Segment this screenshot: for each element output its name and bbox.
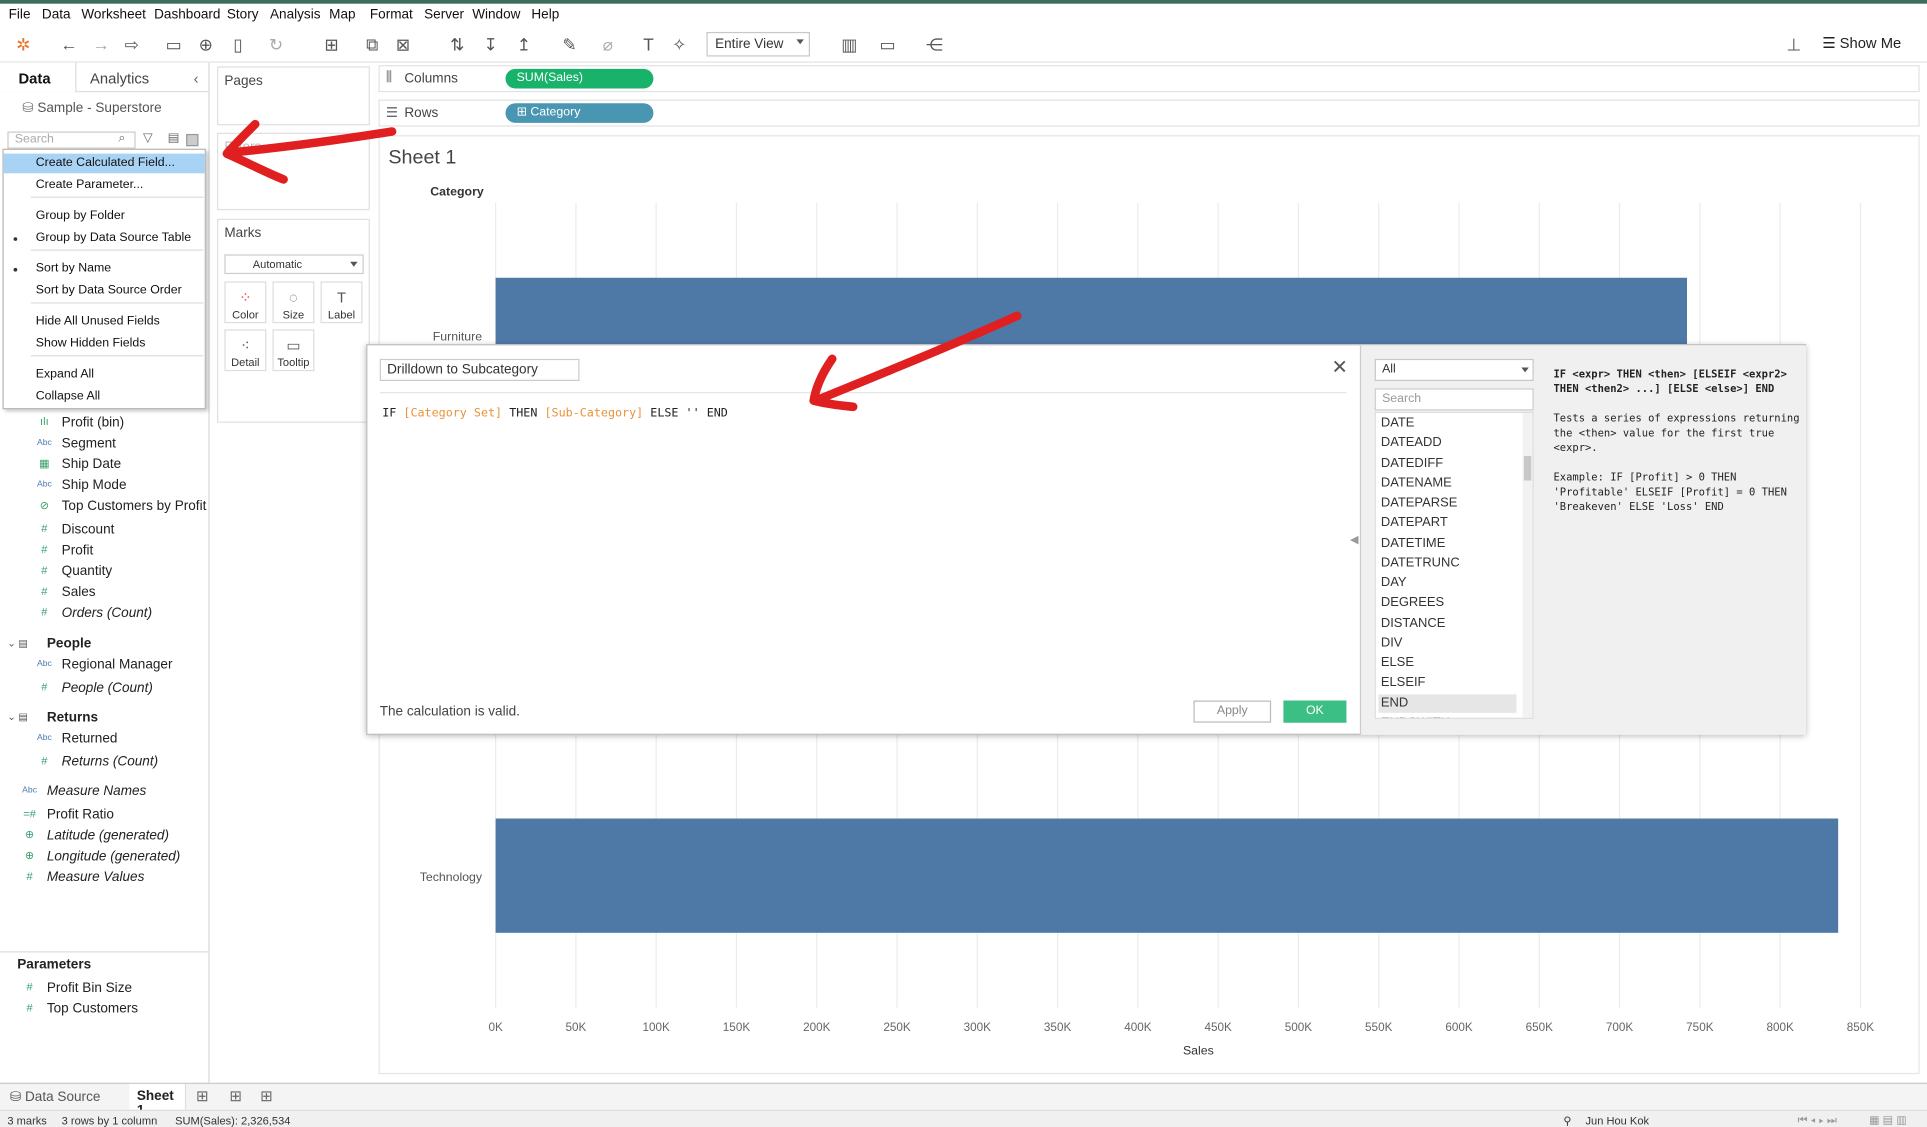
status-marks: 3 marks [7,1114,47,1127]
new-story-icon[interactable]: ⊞ [260,1088,272,1105]
user-icon: ⚲ [1563,1114,1572,1127]
nav-first-icon[interactable]: ⏮ ◂ ▸ ⏭ [1798,1113,1837,1127]
annotation-arrow-stroke [809,354,858,412]
grid-view-icon[interactable]: ▦ ▤ ▥ [1869,1113,1907,1127]
status-user[interactable]: Jun Hou Kok [1586,1115,1650,1127]
annotation-arrows [222,119,1022,412]
status-bar: 3 marks 3 rows by 1 column SUM(Sales): 2… [0,1109,1927,1127]
status-rows: 3 rows by 1 column [61,1114,158,1127]
annotation-arrow-stroke [814,311,1022,404]
status-sum: SUM(Sales): 2,326,534 [175,1114,291,1127]
data-source-tab[interactable]: ⛁ Data Source [10,1089,101,1105]
data-source-tab-label: Data Source [25,1090,101,1105]
database-icon: ⛁ [9,1090,22,1105]
annotation-arrow-stroke [227,127,397,157]
sheet-tab-bar: ⛁ Data Source Sheet 1 ⊞ ⊞ ⊞ [0,1082,1927,1118]
arrows-group [222,119,1022,412]
sheet1-tab[interactable]: Sheet 1 [129,1083,187,1118]
new-dashboard-icon[interactable]: ⊞ [229,1088,241,1105]
new-worksheet-icon[interactable]: ⊞ [196,1088,208,1105]
